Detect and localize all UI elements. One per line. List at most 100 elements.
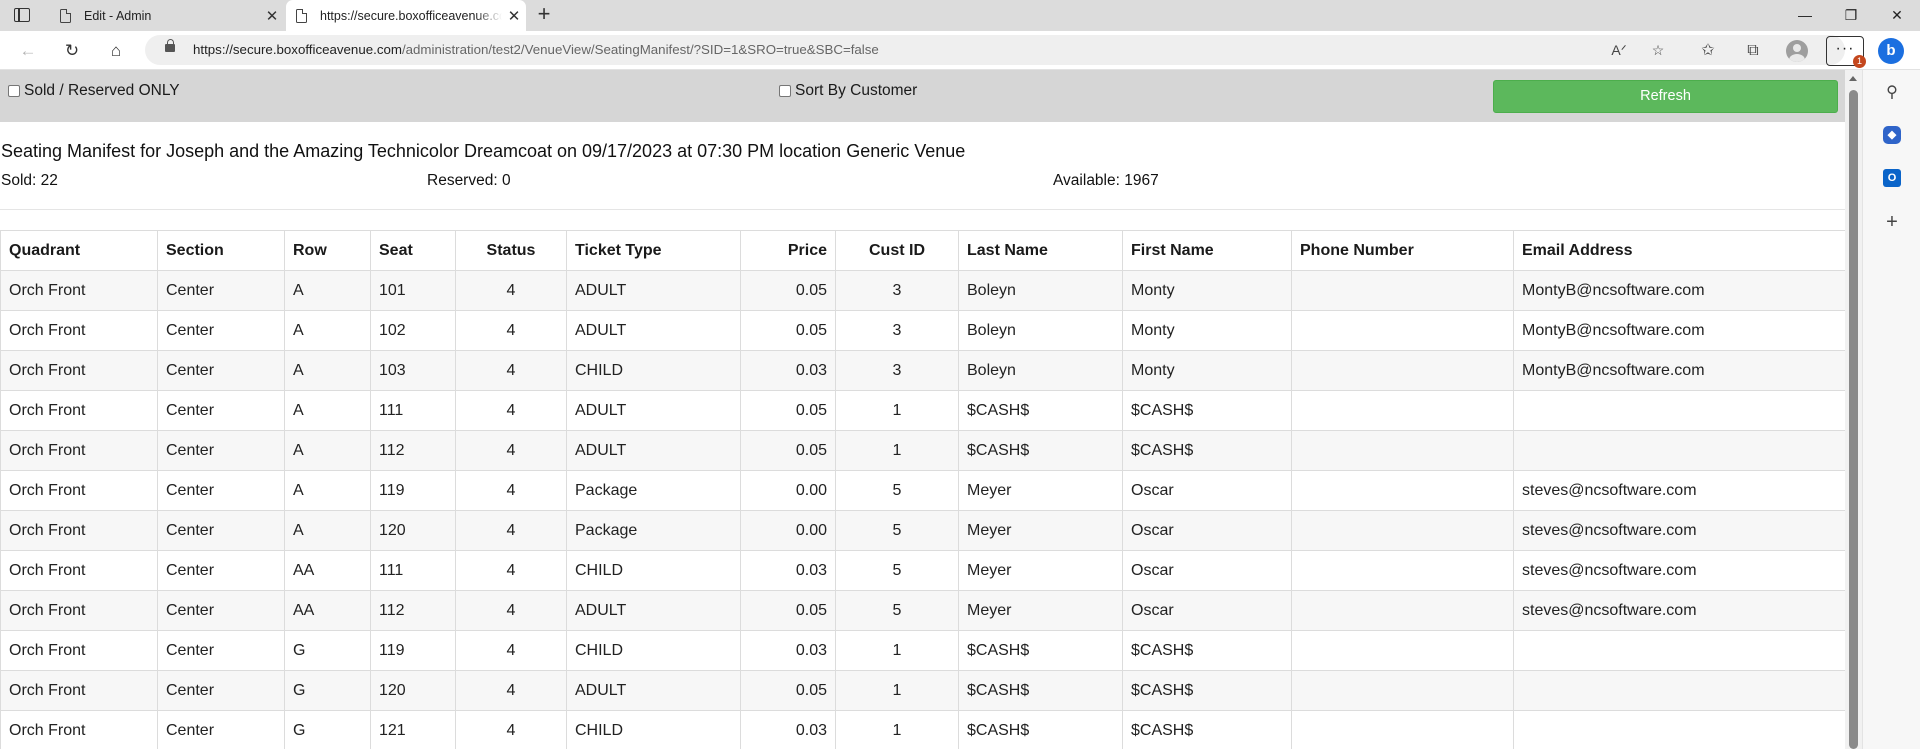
column-header-email-address: Email Address [1513, 230, 1845, 271]
cell-status: 4 [455, 590, 567, 631]
url-path: /administration/test2/VenueView/SeatingM… [401, 42, 879, 57]
cell-status: 4 [455, 270, 567, 311]
available-count: Available: 1967 [1053, 172, 1159, 189]
cell-last-name: $CASH$ [958, 630, 1123, 671]
column-header-row: Row [284, 230, 371, 271]
cell-cust-id: 1 [835, 630, 959, 671]
cell-email-address [1513, 430, 1845, 471]
cell-row: A [284, 270, 371, 311]
page-title: Seating Manifest for Joseph and the Amaz… [1, 141, 966, 161]
sold-count: Sold: 22 [1, 172, 58, 189]
copilot-icon[interactable]: ◆ [1883, 126, 1901, 144]
cell-section: Center [157, 470, 285, 511]
cell-price: 0.05 [740, 310, 836, 351]
minimize-icon[interactable]: — [1782, 0, 1828, 31]
back-icon[interactable]: ← [15, 38, 41, 64]
cell-first-name: $CASH$ [1122, 670, 1292, 711]
favorites-icon[interactable]: ✩ [1695, 38, 1721, 64]
cell-status: 4 [455, 550, 567, 591]
cell-status: 4 [455, 470, 567, 511]
cell-quadrant: Orch Front [0, 710, 158, 749]
cell-row: AA [284, 590, 371, 631]
cell-cust-id: 5 [835, 510, 959, 551]
cell-first-name: Monty [1122, 270, 1292, 311]
plus-icon[interactable]: + [532, 3, 556, 27]
cell-quadrant: Orch Front [0, 350, 158, 391]
cell-seat: 102 [370, 310, 456, 351]
add-icon[interactable]: + [1881, 211, 1903, 233]
scroll-up-arrow[interactable] [1849, 76, 1857, 81]
outlook-icon[interactable]: O [1883, 169, 1901, 187]
cell-seat: 111 [370, 390, 456, 431]
close-window-icon[interactable]: ✕ [1874, 0, 1920, 31]
cell-phone-number [1291, 510, 1514, 551]
cell-row: A [284, 390, 371, 431]
cell-first-name: Oscar [1122, 510, 1292, 551]
sort-by-customer-filter[interactable]: Sort By Customer [779, 82, 917, 100]
cell-ticket-type: CHILD [566, 350, 741, 391]
address-bar[interactable]: https://secure.boxofficeavenue.com/admin… [145, 35, 1845, 65]
close-icon[interactable]: ✕ [260, 7, 284, 25]
cell-section: Center [157, 390, 285, 431]
cell-quadrant: Orch Front [0, 590, 158, 631]
cell-email-address [1513, 670, 1845, 711]
cell-last-name: $CASH$ [958, 710, 1123, 749]
cell-last-name: Meyer [958, 550, 1123, 591]
cell-price: 0.05 [740, 430, 836, 471]
sort-by-customer-checkbox[interactable] [779, 85, 791, 97]
cell-phone-number [1291, 670, 1514, 711]
notification-badge: 1 [1853, 55, 1866, 68]
read-aloud-icon[interactable]: Aᐟ [1606, 38, 1632, 62]
search-icon[interactable]: ⚲ [1881, 82, 1903, 104]
favorite-add-icon[interactable]: ☆ [1645, 38, 1671, 62]
cell-section: Center [157, 590, 285, 631]
cell-cust-id: 1 [835, 710, 959, 749]
tab-seating-manifest[interactable]: https://secure.boxofficeavenue.com/admin… [286, 0, 526, 31]
url-text[interactable]: https://secure.boxofficeavenue.com/admin… [193, 35, 879, 65]
bing-icon[interactable]: b [1878, 38, 1904, 64]
tab-edit-admin[interactable]: Edit - Admin ✕ [50, 0, 284, 31]
refresh-icon[interactable]: ↻ [59, 38, 85, 64]
cell-first-name: Oscar [1122, 590, 1292, 631]
page-content: Sold / Reserved ONLY Sort By Customer Re… [0, 70, 1845, 749]
scrollbar-thumb[interactable] [1849, 90, 1858, 749]
cell-email-address [1513, 630, 1845, 671]
close-icon[interactable]: ✕ [502, 7, 526, 25]
cell-first-name: $CASH$ [1122, 430, 1292, 471]
refresh-button[interactable]: Refresh [1493, 80, 1838, 113]
cell-ticket-type: Package [566, 510, 741, 551]
cell-price: 0.05 [740, 670, 836, 711]
cell-quadrant: Orch Front [0, 470, 158, 511]
cell-quadrant: Orch Front [0, 630, 158, 671]
collections-icon[interactable]: ⧉ [1740, 38, 1766, 64]
more-icon[interactable]: ··· 1 [1826, 36, 1866, 68]
profile-icon[interactable] [1786, 40, 1808, 62]
cell-phone-number [1291, 550, 1514, 591]
vertical-scrollbar[interactable] [1845, 70, 1862, 749]
sold-reserved-filter[interactable]: Sold / Reserved ONLY [8, 82, 180, 100]
cell-row: A [284, 470, 371, 511]
lock-icon[interactable] [165, 39, 175, 52]
tab-title: https://secure.boxofficeavenue.com/admin… [320, 8, 502, 23]
cell-quadrant: Orch Front [0, 550, 158, 591]
cell-first-name: Oscar [1122, 470, 1292, 511]
restore-icon[interactable]: ❐ [1828, 0, 1874, 31]
sold-reserved-checkbox[interactable] [8, 85, 20, 97]
column-header-phone-number: Phone Number [1291, 230, 1514, 271]
home-icon[interactable]: ⌂ [103, 38, 129, 64]
cell-last-name: $CASH$ [958, 390, 1123, 431]
cell-row: AA [284, 550, 371, 591]
cell-phone-number [1291, 390, 1514, 431]
page-icon [296, 8, 307, 23]
cell-price: 0.00 [740, 470, 836, 511]
cell-seat: 120 [370, 510, 456, 551]
cell-seat: 119 [370, 470, 456, 511]
cell-row: G [284, 670, 371, 711]
table-row: Orch Front Center AA 111 4 CHILD 0.03 5 Meyer Osc… [0, 550, 1845, 591]
cell-price: 0.00 [740, 510, 836, 551]
table-row: Orch Front Center A 101 4 ADULT 0.05 3 Boleyn Mon… [0, 270, 1845, 311]
tab-actions-icon[interactable] [14, 8, 30, 22]
cell-status: 4 [455, 390, 567, 431]
cell-phone-number [1291, 630, 1514, 671]
cell-status: 4 [455, 710, 567, 749]
